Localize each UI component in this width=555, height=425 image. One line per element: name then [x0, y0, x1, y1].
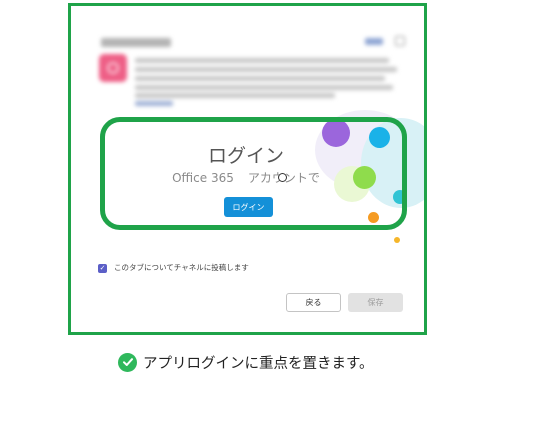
checkmark-icon: ✓: [99, 264, 106, 272]
description-line: [135, 85, 393, 90]
bubble-shape: [394, 237, 400, 243]
login-highlight-box: [100, 117, 407, 230]
screenshot-frame: ログイン Office 365アカウントで ログイン ✓ このタブについてチャネ…: [68, 3, 427, 335]
close-icon[interactable]: [395, 36, 405, 46]
learn-more-link-blurred[interactable]: [135, 101, 173, 106]
description-line: [135, 93, 335, 98]
caption: アプリログインに重点を置きます。: [118, 351, 374, 373]
back-button[interactable]: 戻る: [286, 293, 341, 312]
post-to-channel-checkbox[interactable]: ✓: [98, 264, 107, 273]
post-to-channel-label: このタブについてチャネルに投稿します: [114, 263, 249, 272]
check-circle-icon: [118, 352, 137, 372]
app-title-blurred: [101, 38, 171, 47]
description-line: [135, 76, 385, 81]
about-link-blurred[interactable]: [365, 38, 383, 45]
description-line: [135, 58, 389, 63]
checkmark-icon: [122, 358, 133, 366]
description-line: [135, 67, 397, 72]
configure-tab-dialog: ログイン Office 365アカウントで ログイン ✓ このタブについてチャネ…: [71, 6, 424, 332]
app-icon: [99, 54, 127, 82]
save-button[interactable]: 保存: [348, 293, 403, 312]
caption-text: アプリログインに重点を置きます。: [143, 355, 374, 372]
